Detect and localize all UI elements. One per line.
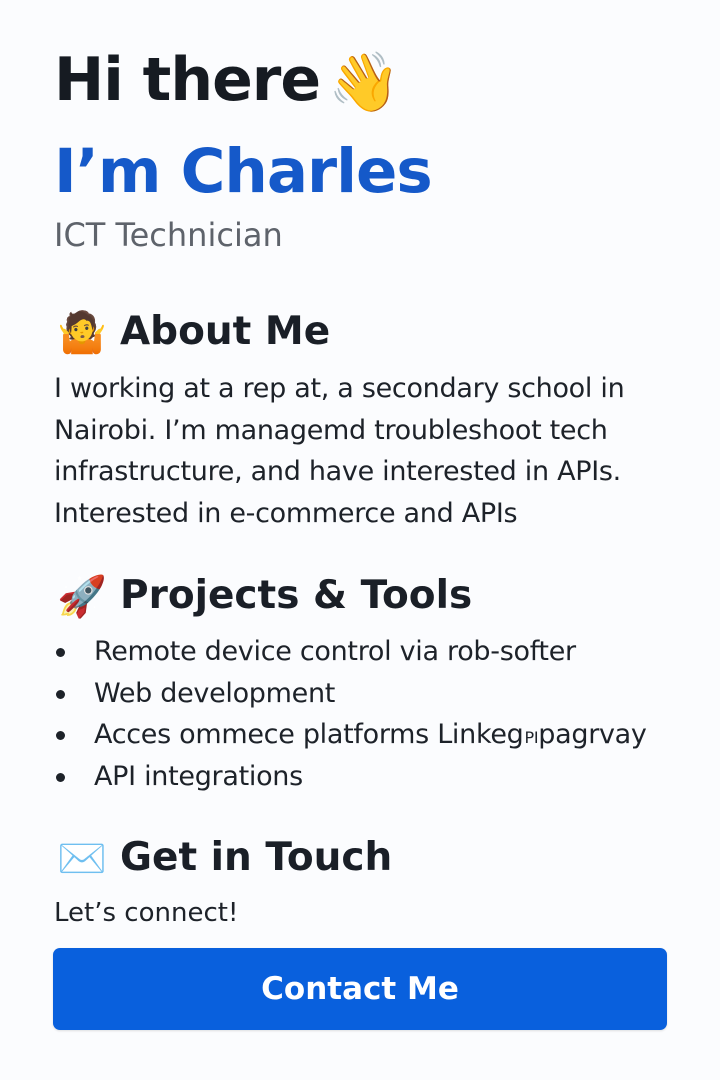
envelope-icon: ✉️ (57, 836, 107, 882)
profile-role: ICT Technician (54, 216, 283, 254)
projects-heading: 🚀 Projects & Tools (54, 572, 472, 621)
bullet-icon (56, 689, 65, 699)
project-item-suffix: pagrvay (538, 719, 647, 750)
projects-heading-text: Projects & Tools (120, 573, 473, 618)
bullet-icon (56, 731, 65, 740)
list-item: Remote device control via rob-softer (54, 631, 674, 673)
profile-name: I’m Charles (54, 136, 433, 207)
bullet-icon (56, 772, 65, 782)
about-heading: 🤷 About Me (54, 308, 330, 357)
contact-heading: ✉️ Get in Touch (54, 834, 392, 883)
list-item: Acces ommece platforms LinkegPIpagrvay (54, 714, 674, 756)
project-item-text: Acces ommece platforms Linkeg (94, 719, 524, 750)
profile-page: Hi there 👋 I’m Charles ICT Technician 🤷 Ab… (0, 0, 720, 1080)
waving-hand-icon: 👋 (328, 48, 400, 116)
project-item-small-suffix: PI (524, 728, 539, 747)
list-item: API integrations (54, 756, 674, 798)
project-item-text: Remote device control via rob-softer (94, 636, 576, 667)
bullet-icon (56, 648, 65, 657)
about-line: Interested in e-commerce and APIs (54, 497, 518, 529)
contact-me-button[interactable]: Contact Me (53, 948, 667, 1030)
project-item-text: API integrations (94, 760, 303, 792)
connect-message: Let’s connect! (54, 898, 239, 928)
greeting-title: Hi there 👋 (54, 44, 400, 118)
shrugging-person-icon: 🤷 (57, 310, 107, 356)
about-line: I working at a rep at, a secondary schoo… (54, 373, 625, 404)
rocket-icon: 🚀 (57, 574, 107, 620)
contact-heading-text: Get in Touch (120, 835, 393, 880)
project-item-text: Web development (94, 677, 336, 709)
projects-list: Remote device control via rob-softer Web… (54, 631, 674, 797)
list-item: Web development (54, 673, 674, 715)
about-description: I working at a rep at, a secondary schoo… (54, 368, 666, 534)
about-heading-text: About Me (120, 309, 331, 354)
greeting-text: Hi there (54, 45, 321, 115)
about-line: Nairobi. I’m managemd troubleshoot tech (54, 414, 608, 446)
about-line: infrastructure, and have interested in A… (54, 456, 621, 487)
